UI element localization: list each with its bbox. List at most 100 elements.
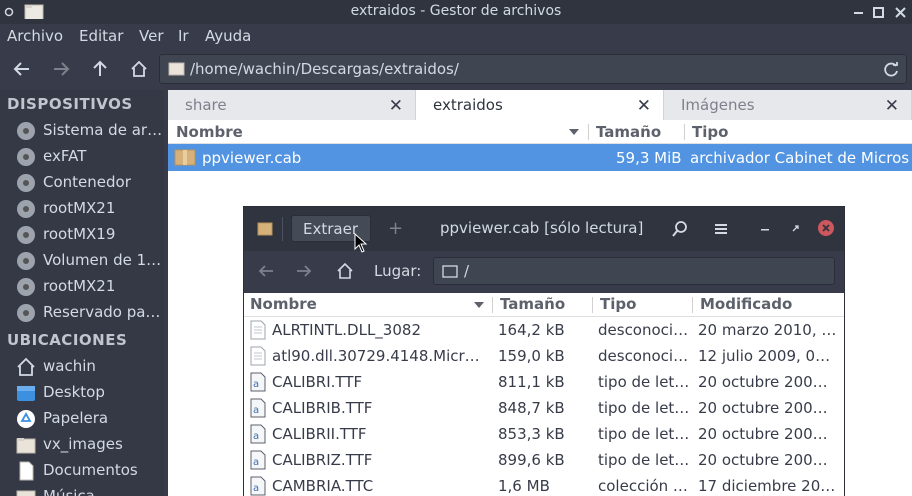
back-button[interactable] <box>9 56 35 82</box>
file-row[interactable]: ppviewer.cab 59,3 MiB archivador Cabinet… <box>168 144 912 171</box>
row-type: tipo de let… <box>598 373 690 391</box>
row-type: tipo de let… <box>598 399 690 417</box>
location-label: Lugar: <box>374 262 422 280</box>
row-name: CALIBRIB.TTF <box>272 399 373 417</box>
sidebar-item-device[interactable]: exFAT <box>16 144 164 170</box>
row-modified: 20 octubre 200… <box>698 399 828 417</box>
sidebar-item-device[interactable]: rootMX21 <box>16 196 164 222</box>
close-tab-icon[interactable]: ✕ <box>885 96 899 116</box>
search-icon[interactable] <box>672 221 688 237</box>
up-button[interactable] <box>87 56 113 82</box>
arrow-up-icon <box>93 60 107 76</box>
row-size: 853,3 kB <box>498 425 565 443</box>
column-name[interactable]: Nombre <box>250 295 317 313</box>
row-modified: 20 octubre 200… <box>698 451 828 469</box>
drive-icon <box>17 148 35 166</box>
minimize-icon[interactable] <box>758 221 774 237</box>
row-size: 848,7 kB <box>498 399 565 417</box>
add-button[interactable]: + <box>388 218 403 244</box>
menu-ayuda[interactable]: Ayuda <box>205 27 251 45</box>
sidebar-item-device[interactable]: Sistema de ar… <box>16 118 164 144</box>
close-tab-icon[interactable]: ✕ <box>389 96 403 116</box>
reload-icon[interactable] <box>882 61 900 79</box>
arrow-right-icon <box>54 62 70 76</box>
toolbar: /home/wachin/Descargas/extraidos/ <box>0 48 912 90</box>
menu-editar[interactable]: Editar <box>79 27 123 45</box>
sidebar-item-device[interactable]: rootMX19 <box>16 222 164 248</box>
column-type[interactable]: Tipo <box>692 123 728 141</box>
column-size[interactable]: Tamaño <box>500 295 565 313</box>
sidebar-item-device[interactable]: Contenedor <box>16 170 164 196</box>
tab-extraidos[interactable]: extraidos ✕ <box>416 90 664 120</box>
font-file-icon: a <box>250 398 266 418</box>
row-name: CALIBRI.TTF <box>272 373 363 391</box>
folder-icon <box>16 438 36 454</box>
sidebar-item-device[interactable]: Volumen de 1… <box>16 248 164 274</box>
close-icon[interactable] <box>817 219 835 237</box>
table-row[interactable]: a CALIBRIZ.TTF 899,6 kB tipo de let… 20 octu… <box>244 447 844 473</box>
column-separator <box>692 297 693 313</box>
home-button[interactable] <box>126 56 152 82</box>
sidebar-item-label: exFAT <box>43 147 87 165</box>
sidebar-item-papelera[interactable]: Papelera <box>16 406 164 432</box>
drive-icon <box>17 252 35 270</box>
svg-text:a: a <box>253 483 259 494</box>
arrow-right-icon[interactable] <box>296 263 312 279</box>
menu-ver[interactable]: Ver <box>139 27 164 45</box>
home-icon[interactable] <box>337 263 353 279</box>
path-bar[interactable]: /home/wachin/Descargas/extraidos/ <box>159 54 907 84</box>
sidebar-item-device[interactable]: rootMX21 <box>16 274 164 300</box>
row-name: atl90.dll.30729.4148.Micr… <box>272 347 480 365</box>
column-modified[interactable]: Modificado <box>700 295 792 313</box>
table-row[interactable]: ALRTINTL.DLL_3082 164,2 kB desconoci… 20 ma… <box>244 317 844 343</box>
sidebar-item-label: Música <box>43 487 95 496</box>
places-header: UBICACIONES <box>7 331 128 349</box>
sidebar: DISPOSITIVOS Sistema de ar… exFAT Conten… <box>0 90 164 496</box>
close-icon[interactable] <box>894 4 908 20</box>
row-size: 1,6 MB <box>498 477 550 495</box>
folder-icon <box>442 265 458 278</box>
file-name: ppviewer.cab <box>202 149 302 167</box>
svg-text:a: a <box>253 405 259 416</box>
sidebar-item-device[interactable]: Reservado pa… <box>16 300 164 326</box>
sidebar-item-musica[interactable]: Música <box>16 484 164 496</box>
row-size: 164,2 kB <box>498 321 565 339</box>
location-bar[interactable]: / <box>433 257 835 285</box>
sidebar-item-desktop[interactable]: Desktop <box>16 380 164 406</box>
menu-archivo[interactable]: Archivo <box>7 27 63 45</box>
sidebar-item-documentos[interactable]: Documentos <box>16 458 164 484</box>
table-row[interactable]: atl90.dll.30729.4148.Micr… 159,0 kB descon… <box>244 343 844 369</box>
row-name: CALIBRII.TTF <box>272 425 367 443</box>
sidebar-item-label: Reservado pa… <box>43 303 161 321</box>
close-tab-icon[interactable]: ✕ <box>637 96 651 116</box>
column-type[interactable]: Tipo <box>600 295 636 313</box>
column-size[interactable]: Tamaño <box>596 123 661 141</box>
table-row[interactable]: a CALIBRIB.TTF 848,7 kB tipo de let… 20 octu… <box>244 395 844 421</box>
row-name: CALIBRIZ.TTF <box>272 451 373 469</box>
maximize-icon[interactable] <box>872 4 886 20</box>
sidebar-item-wachin[interactable]: wachin <box>16 354 164 380</box>
table-row[interactable]: a CAMBRIA.TTC 1,6 MB colección … 17 diciembr… <box>244 473 844 496</box>
table-row[interactable]: a CALIBRII.TTF 853,3 kB tipo de let… 20 octu… <box>244 421 844 447</box>
table-row[interactable]: a CALIBRI.TTF 811,1 kB tipo de let… 20 octub… <box>244 369 844 395</box>
menu-ir[interactable]: Ir <box>178 27 189 45</box>
tab-label: extraidos <box>433 96 503 114</box>
row-modified: 20 octubre 200… <box>698 425 828 443</box>
hamburger-menu-icon[interactable] <box>714 221 730 237</box>
sidebar-item-vx-images[interactable]: vx_images <box>16 432 164 458</box>
arrow-left-icon[interactable] <box>258 263 274 279</box>
tab-imagenes[interactable]: Imágenes ✕ <box>664 90 912 120</box>
document-icon <box>19 461 34 481</box>
row-modified: 20 marzo 2010, … <box>698 321 837 339</box>
minimize-icon[interactable] <box>852 4 866 20</box>
tab-share[interactable]: share ✕ <box>168 90 416 120</box>
restore-icon[interactable] <box>788 221 804 237</box>
sidebar-item-label: Contenedor <box>43 173 131 191</box>
forward-button[interactable] <box>48 56 74 82</box>
devices-header: DISPOSITIVOS <box>7 95 133 113</box>
home-icon <box>17 357 35 376</box>
column-name[interactable]: Nombre <box>176 123 243 141</box>
desktop-folder-icon <box>17 386 35 401</box>
sidebar-item-label: Documentos <box>43 461 138 479</box>
archive-icon <box>174 149 196 166</box>
